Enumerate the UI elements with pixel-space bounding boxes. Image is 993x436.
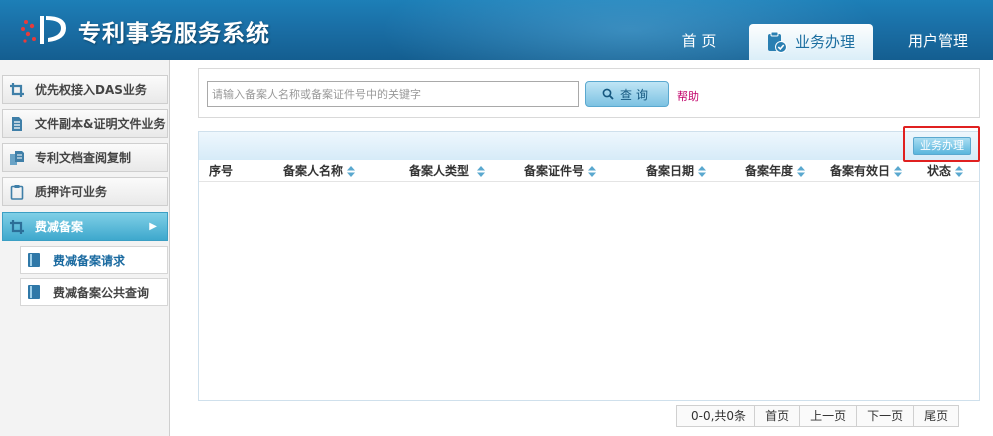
grid-body (199, 182, 979, 400)
column-label: 备案人类型 (409, 164, 470, 178)
sidebar-subitem-fee-request[interactable]: 费减备案请求 (20, 246, 168, 274)
search-icon (602, 88, 614, 100)
nav-user-admin[interactable]: 用户管理 (883, 24, 993, 60)
sidebar-item-label: 费减备案 (35, 220, 84, 234)
document-copy-icon (10, 150, 24, 165)
sidebar: 优先权接入DAS业务 文件副本&证明文件业务 专利文档查阅复制 质押许可业务 费… (0, 60, 170, 436)
sidebar-item-doc-query[interactable]: 专利文档查阅复制 (2, 143, 168, 172)
prev-page-button[interactable]: 上一页 (799, 406, 856, 426)
sidebar-subitem-fee-public-query[interactable]: 费减备案公共查询 (20, 278, 168, 306)
column-header-year[interactable]: 备案年度 (745, 160, 806, 182)
document-icon (12, 116, 22, 131)
column-header-index[interactable]: 序号 (209, 160, 233, 182)
nav-business[interactable]: 业务办理 (749, 24, 873, 60)
book-icon (28, 253, 40, 267)
column-header-status[interactable]: 状态 (927, 160, 964, 182)
sidebar-item-pledge[interactable]: 质押许可业务 (2, 177, 168, 206)
sort-icon (797, 166, 806, 177)
records-grid: 业务办理 序号 备案人名称 备案人类型 备案证件号 备案日期 备案年度 备案有效… (198, 131, 980, 401)
sort-icon (588, 166, 597, 177)
search-button-label: 查询 (619, 87, 652, 102)
chevron-right-icon: ▶ (149, 221, 157, 232)
sidebar-item-fee-reduction[interactable]: 费减备案 ▶ (2, 212, 168, 241)
sidebar-item-label: 专利文档查阅复制 (35, 151, 132, 165)
nav-business-label: 业务办理 (795, 33, 856, 51)
first-page-button[interactable]: 首页 (754, 406, 799, 426)
top-nav: 首 页 业务办理 用户管理 (659, 24, 993, 60)
search-panel: 查询 帮助 (198, 68, 980, 118)
crop-icon (10, 219, 24, 234)
search-button[interactable]: 查询 (585, 81, 669, 107)
column-header-name[interactable]: 备案人名称 (283, 160, 356, 182)
highlight-annotation (903, 126, 980, 162)
sidebar-item-das[interactable]: 优先权接入DAS业务 (2, 75, 168, 104)
next-page-button[interactable]: 下一页 (856, 406, 913, 426)
sort-icon (347, 166, 356, 177)
sidebar-item-label: 优先权接入DAS业务 (35, 83, 147, 97)
app-header: 专利事务服务系统 首 页 业务办理 用户管理 (0, 0, 993, 60)
column-header-valid-date[interactable]: 备案有效日 (830, 160, 903, 182)
pagination-summary: 0-0,共0条 (691, 409, 747, 423)
sidebar-item-file-copy[interactable]: 文件副本&证明文件业务 (2, 109, 168, 138)
column-label: 状态 (927, 164, 952, 178)
help-link[interactable]: 帮助 (677, 88, 699, 104)
column-label: 备案证件号 (524, 164, 585, 178)
grid-header: 序号 备案人名称 备案人类型 备案证件号 备案日期 备案年度 备案有效日 状态 (199, 160, 979, 182)
column-label: 备案年度 (745, 164, 794, 178)
pagination: 0-0,共0条 首页 上一页 下一页 尾页 (676, 405, 960, 427)
main-content: 查询 帮助 业务办理 序号 备案人名称 备案人类型 备案证件号 备案日期 备 (170, 60, 993, 436)
column-header-type[interactable]: 备案人类型 (409, 160, 486, 182)
sidebar-item-label: 质押许可业务 (35, 185, 108, 199)
nav-home[interactable]: 首 页 (659, 24, 739, 60)
crop-icon (10, 82, 24, 97)
sort-icon (698, 166, 707, 177)
column-label: 备案日期 (646, 164, 695, 178)
sort-icon (477, 166, 486, 177)
book-icon (28, 285, 40, 299)
column-header-date[interactable]: 备案日期 (646, 160, 707, 182)
sidebar-subitem-label: 费减备案公共查询 (53, 285, 150, 300)
sidebar-item-label: 文件副本&证明文件业务 (35, 117, 166, 131)
column-header-cert-no[interactable]: 备案证件号 (524, 160, 597, 182)
last-page-button[interactable]: 尾页 (913, 406, 958, 426)
app-title: 专利事务服务系统 (78, 21, 270, 47)
column-label: 序号 (209, 164, 234, 178)
column-label: 备案人名称 (283, 164, 344, 178)
sidebar-subitem-label: 费减备案请求 (53, 253, 126, 268)
sort-icon (955, 166, 964, 177)
clipboard-check-icon (768, 31, 787, 53)
clipboard-icon (10, 184, 24, 200)
grid-toolbar: 业务办理 (199, 132, 979, 160)
column-label: 备案有效日 (830, 164, 891, 178)
sort-icon (894, 166, 903, 177)
logo-icon (21, 16, 66, 44)
search-input[interactable] (207, 81, 579, 107)
